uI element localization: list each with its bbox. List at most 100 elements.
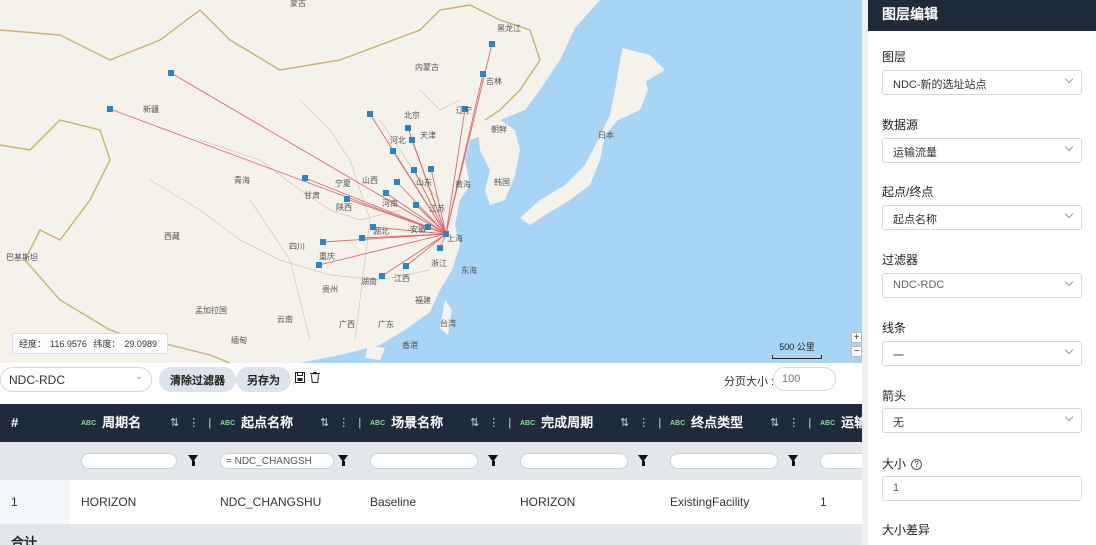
data-table: # ABC 周期名 ⇅ ⋮ | ABC 起点名称 ⇅ ⋮ | ABC 场景名称 ⇅ ⋮… [0,404,862,545]
place-label: 黑龙江 [497,23,521,33]
arrow-select[interactable]: 无 [882,408,1082,433]
zoom-in-button[interactable]: + [851,332,862,343]
column-header-label: 终点类型 [691,415,744,430]
filter-funnel-icon[interactable] [788,455,798,466]
map-view[interactable]: 黑龙江 吉林 内蒙古 辽宁 北京 天津 河北 山西 山东 河南 陕西 甘肃 宁夏… [0,0,862,363]
column-header-cycle-name[interactable]: ABC 周期名 [81,404,141,442]
column-filter-input[interactable] [81,453,177,469]
clear-filter-button[interactable]: 清除过滤器 [159,367,236,392]
datasource-label: 数据源 [882,118,919,132]
place-label: 广西 [339,319,355,329]
filter-funnel-icon[interactable] [488,455,498,466]
column-menu-icon[interactable]: ⇅ ⋮ | [770,404,814,442]
zoom-out-button[interactable]: − [851,346,862,357]
column-filter-input[interactable] [220,453,334,469]
save-as-button[interactable]: 另存为 [236,367,291,392]
column-header-scenario-name[interactable]: ABC 场景名称 [370,404,443,442]
site-node [320,239,326,245]
size-label: 大小 [882,457,907,471]
place-label: 吉林 [486,76,502,86]
place-label: 缅甸 [231,335,247,345]
filter-select[interactable]: NDC-RDC ⌄ [0,367,152,392]
endpoint-select-value: 起点名称 [893,214,937,226]
help-icon[interactable]: ? [911,459,923,471]
place-label: 日本 [598,130,614,140]
panel-filter-select[interactable]: NDC-RDC [882,273,1082,298]
land-taiwan [440,300,452,335]
place-label: 台湾 [440,318,456,328]
column-menu-icon[interactable]: ⇅ ⋮ | [320,404,364,442]
place-label: 广东 [378,319,394,329]
site-node [383,190,389,196]
place-label: 贵州 [322,284,338,294]
table-cell: HORIZON [81,495,137,509]
total-label: 合计 [11,535,38,545]
layer-label: 图层 [882,50,907,64]
site-node [379,273,385,279]
column-menu-icon[interactable]: ⇅ ⋮ | [170,404,214,442]
lat-label: 纬度： [93,339,121,349]
place-label: 新疆 [143,104,159,114]
save-icon[interactable] [295,372,305,383]
site-node [405,125,411,131]
column-header-completion-cycle[interactable]: ABC 完成周期 [520,404,593,442]
place-label: 江苏 [429,203,445,213]
filter-funnel-icon[interactable] [338,455,348,466]
chevron-down-icon [1064,412,1074,422]
page-size-label: 分页大小 : [724,376,775,388]
scale-bar [772,355,822,359]
place-label: 辽宁 [456,105,472,115]
filter-funnel-icon[interactable] [188,455,198,466]
column-filter-input[interactable] [820,453,862,469]
chevron-down-icon: ⌄ [134,371,143,382]
table-header: # ABC 周期名 ⇅ ⋮ | ABC 起点名称 ⇅ ⋮ | ABC 场景名称 ⇅ ⋮… [0,404,862,442]
filter-funnel-icon[interactable] [638,455,648,466]
coordinate-readout: 经度： 116.9576 纬度： 29.0989 [12,333,168,354]
site-node [168,70,174,76]
table-cell: NDC_CHANGSHU [220,495,322,509]
table-row[interactable]: 1 HORIZON NDC_CHANGSHU Baseline HORIZON … [0,480,862,524]
column-header-destination-type[interactable]: ABC 终点类型 [670,404,743,442]
site-node [344,196,350,202]
column-menu-icon[interactable]: ⇅ ⋮ | [470,404,514,442]
place-label: 天津 [420,130,436,140]
map-canvas[interactable]: 黑龙江 吉林 内蒙古 辽宁 北京 天津 河北 山西 山东 河南 陕西 甘肃 宁夏… [0,0,862,363]
column-filter-input[interactable] [370,453,478,469]
column-filter-input[interactable] [520,453,628,469]
place-label: 浙江 [431,258,447,268]
site-node [413,202,419,208]
endpoint-label: 起点/终点 [882,185,934,199]
column-filter-input[interactable] [670,453,778,469]
endpoint-select[interactable]: 起点名称 [882,205,1082,230]
scale-label: 500 公里 [779,342,815,352]
datasource-select-value: 运输流量 [893,147,937,159]
column-header-label: 周期名 [102,415,142,430]
arrow-select-value: 无 [893,417,904,429]
size-label-row: 大小? [882,455,923,472]
line-select[interactable]: 一 [882,341,1082,366]
datasource-select[interactable]: 运输流量 [882,138,1082,163]
place-label: 福建 [415,295,431,305]
column-header-origin-name[interactable]: ABC 起点名称 [220,404,293,442]
place-label: 陕西 [336,202,352,212]
filter-select-value: NDC-RDC [9,373,65,387]
layer-select[interactable]: NDC-新的选址站点 [882,70,1082,95]
page-size-input[interactable] [773,367,836,391]
text-type-icon: ABC [520,419,536,427]
delete-icon[interactable] [310,372,320,383]
place-label: 湖北 [373,227,389,236]
column-menu-icon[interactable]: ⇅ ⋮ | [620,404,664,442]
site-node [316,262,322,268]
text-type-icon: ABC [670,419,686,427]
site-node [437,245,443,251]
size-input[interactable]: 1 [882,476,1082,501]
column-header-transport[interactable]: ABC 运输 [820,404,862,442]
table-total-row: 合计 [0,524,862,545]
place-label: 山东 [416,177,432,187]
column-header-index[interactable]: # [11,404,18,442]
place-label: 甘肃 [304,190,320,200]
line-select-value: 一 [893,350,904,362]
site-node [107,106,113,112]
chevron-down-icon [1064,142,1074,152]
place-label: 北京 [404,110,420,120]
